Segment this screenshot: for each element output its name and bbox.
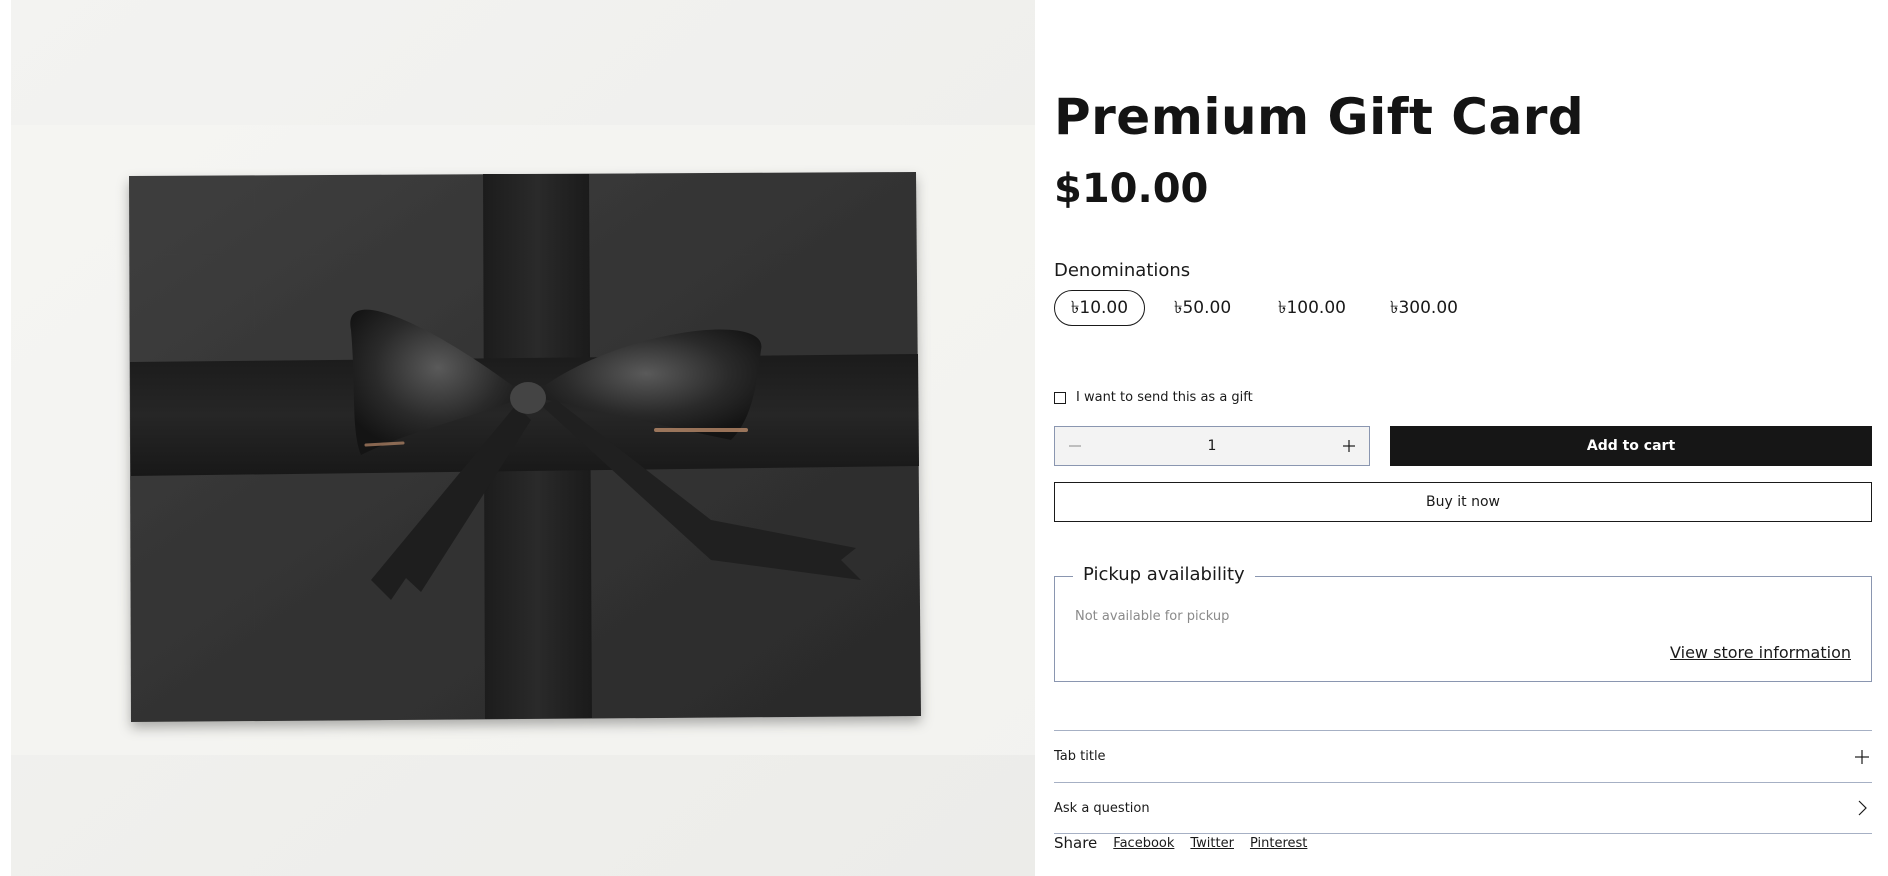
quantity-decrease-button[interactable]: [1055, 427, 1095, 465]
accordion-tab-title[interactable]: Tab title: [1054, 730, 1872, 782]
denomination-option[interactable]: ৳50.00: [1157, 290, 1249, 326]
share-bar: Share Facebook Twitter Pinterest: [1054, 834, 1323, 852]
gift-box-image: [11, 0, 1035, 876]
denomination-option[interactable]: ৳100.00: [1261, 290, 1365, 326]
denomination-option[interactable]: ৳300.00: [1373, 290, 1483, 326]
pickup-status: Not available for pickup: [1075, 609, 1230, 624]
denominations-label: Denominations: [1054, 260, 1191, 281]
denomination-option[interactable]: ৳10.00: [1054, 290, 1145, 326]
quantity-increase-button[interactable]: [1329, 427, 1369, 465]
plus-icon: [1852, 747, 1872, 767]
product-page: Premium Gift Card $10.00 Denominations ৳…: [0, 0, 1888, 876]
pickup-availability: Pickup availability Not available for pi…: [1054, 564, 1872, 682]
quantity-input[interactable]: 1: [1095, 438, 1329, 454]
accordion-label: Tab title: [1054, 749, 1106, 764]
accordion-label: Ask a question: [1054, 800, 1150, 816]
minus-icon: [1069, 445, 1081, 447]
buy-now-button[interactable]: Buy it now: [1054, 482, 1872, 522]
accordion-ask-question[interactable]: Ask a question: [1054, 782, 1872, 834]
view-store-information-link[interactable]: View store information: [1670, 643, 1851, 662]
product-info: Premium Gift Card $10.00 Denominations ৳…: [1054, 0, 1872, 876]
gift-checkbox-label[interactable]: I want to send this as a gift: [1076, 390, 1253, 405]
denomination-options: ৳10.00 ৳50.00 ৳100.00 ৳300.00: [1054, 290, 1495, 326]
product-price: $10.00: [1054, 166, 1209, 212]
add-to-cart-button[interactable]: Add to cart: [1390, 426, 1872, 466]
product-media: [11, 0, 1035, 876]
gift-checkbox[interactable]: [1054, 391, 1066, 404]
share-facebook-link[interactable]: Facebook: [1113, 836, 1174, 851]
share-twitter-link[interactable]: Twitter: [1190, 836, 1234, 851]
share-label: Share: [1054, 834, 1098, 852]
pickup-heading: Pickup availability: [1073, 564, 1255, 585]
quantity-stepper: 1: [1054, 426, 1370, 466]
plus-icon: [1343, 440, 1355, 452]
chevron-right-icon: [1852, 798, 1872, 818]
gift-option: I want to send this as a gift: [1054, 390, 1253, 405]
product-title: Premium Gift Card: [1054, 88, 1585, 146]
share-pinterest-link[interactable]: Pinterest: [1250, 836, 1307, 851]
